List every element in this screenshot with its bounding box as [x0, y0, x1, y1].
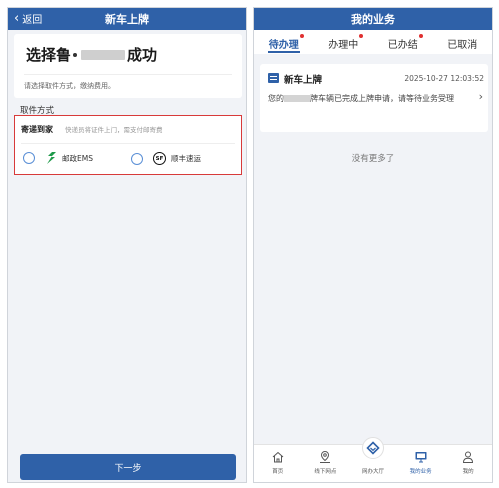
desc-suffix: 牌车辆已完成上牌申请，请等待业务受理 — [310, 94, 454, 103]
method-header: 寄递到家 快递员将证件上门，需支付邮寄费 — [21, 124, 163, 135]
nav-label: 我的 — [462, 469, 474, 475]
desc-prefix: 您的 — [268, 94, 284, 103]
nav-label: 首页 — [272, 469, 284, 475]
result-title: 选择鲁 成功 — [26, 44, 157, 65]
diamond-hall-icon — [366, 441, 380, 455]
monitor-icon — [415, 452, 427, 463]
result-title-prefix: 选择鲁 — [26, 46, 72, 64]
delivery-method-box: 寄递到家 快递员将证件上门，需支付邮寄费 邮政EMS SF 顺丰速运 — [14, 115, 242, 175]
nav-online-hall[interactable]: 网办大厅 — [349, 437, 397, 482]
result-subtitle: 请选择取件方式，缴纳费用。 — [24, 74, 232, 91]
method-hint: 快递员将证件上门，需支付邮寄费 — [65, 126, 163, 134]
method-title: 寄递到家 — [21, 125, 53, 134]
ems-logo-icon — [47, 152, 56, 164]
nav-home[interactable]: 首页 — [254, 445, 302, 482]
bottom-nav: 首页 线下网点 网办大厅 我的业务 我的 — [254, 437, 492, 482]
no-more-text: 没有更多了 — [351, 154, 395, 164]
sf-logo-icon: SF — [153, 152, 166, 165]
page-title: 我的业务 — [351, 13, 395, 26]
nav-mine[interactable]: 我的 — [444, 445, 492, 482]
nav-label: 我的业务 — [409, 469, 432, 475]
tab-label: 已取消 — [447, 40, 478, 51]
user-icon — [463, 451, 474, 463]
divider — [21, 143, 235, 144]
badge-dot — [418, 34, 423, 38]
next-button[interactable]: 下一步 — [20, 454, 236, 480]
radio-sf[interactable] — [131, 152, 143, 165]
header-bar: ‹ 返回 新车上牌 — [8, 8, 246, 30]
option-ems[interactable]: 邮政EMS — [23, 152, 93, 164]
radio-ems[interactable] — [23, 152, 35, 164]
document-icon — [268, 73, 279, 83]
tab-in-progress[interactable]: 办理中 — [314, 30, 374, 54]
redacted-plate — [81, 49, 126, 60]
header-bar: 我的业务 — [254, 8, 492, 30]
center-button[interactable] — [361, 437, 384, 459]
nav-offline-outlets[interactable]: 线下网点 — [302, 445, 350, 482]
result-card: 选择鲁 成功 请选择取件方式，缴纳费用。 — [14, 34, 242, 98]
nav-label: 网办大厅 — [361, 469, 384, 475]
tab-cancelled[interactable]: 已取消 — [433, 30, 493, 54]
redacted-plate — [284, 95, 310, 102]
result-title-suffix: 成功 — [127, 46, 158, 64]
business-desc: 您的 牌车辆已完成上牌申请，请等待业务受理 — [268, 92, 476, 105]
page-title: 新车上牌 — [105, 13, 149, 26]
tab-completed[interactable]: 已办结 — [373, 30, 433, 54]
business-title: 新车上牌 — [284, 75, 323, 86]
option-label: 顺丰速运 — [171, 154, 201, 163]
tab-pending[interactable]: 待办理 — [254, 30, 314, 54]
nav-label: 线下网点 — [314, 469, 337, 475]
option-label: 邮政EMS — [62, 153, 93, 163]
redaction-dot — [73, 52, 78, 57]
business-card[interactable]: 新车上牌 2025-10-27 12:03:52 您的 牌车辆已完成上牌申请，请等… — [260, 64, 488, 132]
left-screen: ‹ 返回 新车上牌 选择鲁 成功 请选择取件方式，缴纳费用。 取件方式 寄递到家… — [7, 7, 247, 483]
tab-bar: 待办理 办理中 已办结 已取消 — [254, 30, 492, 54]
tab-label: 办理中 — [328, 40, 359, 51]
location-pin-icon — [320, 450, 331, 463]
badge-dot — [299, 34, 304, 38]
business-time: 2025-10-27 12:03:52 — [404, 74, 484, 83]
tab-label: 待办理 — [268, 40, 299, 51]
chevron-right-icon: › — [478, 90, 483, 103]
badge-dot — [359, 34, 363, 38]
nav-my-business[interactable]: 我的业务 — [397, 445, 445, 482]
tab-label: 已办结 — [387, 40, 418, 51]
option-sf[interactable]: SF 顺丰速运 — [131, 152, 201, 165]
right-screen: 我的业务 待办理 办理中 已办结 已取消 新车上牌 2025-10-27 12:… — [253, 7, 493, 483]
home-icon — [272, 451, 284, 463]
